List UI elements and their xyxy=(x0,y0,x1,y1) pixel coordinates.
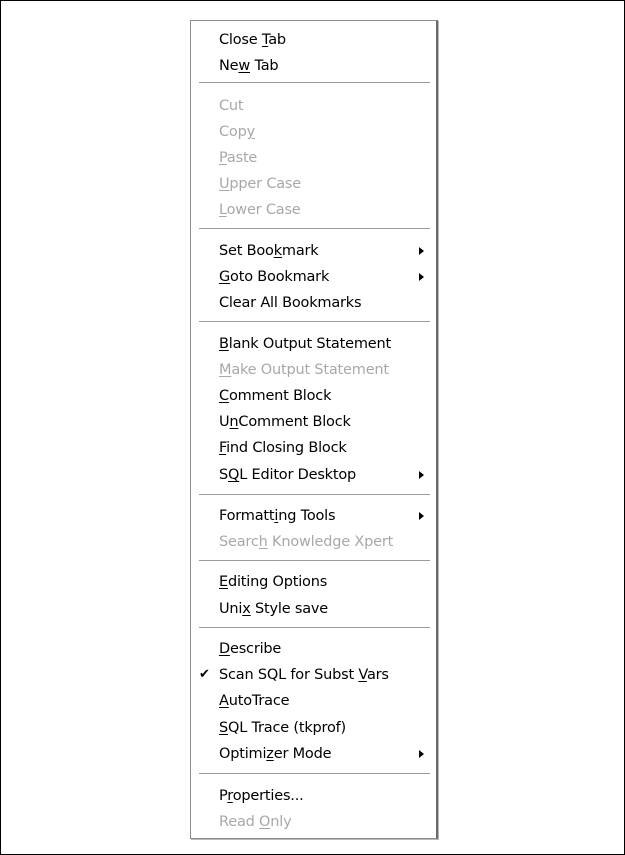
menu-item-label: AutoTrace xyxy=(219,693,290,709)
menu-separator xyxy=(199,560,430,562)
submenu-arrow-icon xyxy=(419,471,424,479)
menu-item-label: Copy xyxy=(219,124,255,140)
menu-item-clear-all-bookmarks[interactable]: Clear All Bookmarks xyxy=(191,290,436,316)
menu-separator xyxy=(199,321,430,323)
menu-item-label: Unix Style save xyxy=(219,601,329,617)
menu-item-scan-sql-for-subst-vars[interactable]: ✔ Scan SQL for Subst Vars xyxy=(191,662,436,688)
menu-item-close-tab[interactable]: Close Tab xyxy=(191,27,436,53)
menu-item-autotrace[interactable]: AutoTrace xyxy=(191,688,436,714)
menu-item-label: Lower Case xyxy=(219,202,301,218)
menu-item-cut[interactable]: Cut xyxy=(191,93,436,119)
menu-item-paste[interactable]: Paste xyxy=(191,145,436,171)
menu-separator xyxy=(199,82,430,84)
submenu-arrow-icon xyxy=(419,512,424,520)
menu-item-label: Blank Output Statement xyxy=(219,336,391,352)
menu-item-label: Read Only xyxy=(219,814,292,830)
context-menu: Close Tab New Tab Cut Copy Paste Upper C… xyxy=(190,20,438,839)
submenu-arrow-icon xyxy=(419,750,424,758)
menu-item-new-tab[interactable]: New Tab xyxy=(191,53,436,79)
menu-item-label: Close Tab xyxy=(219,32,286,48)
menu-item-label: Upper Case xyxy=(219,176,302,192)
menu-item-label: Clear All Bookmarks xyxy=(219,295,362,311)
screenshot-frame: Close Tab New Tab Cut Copy Paste Upper C… xyxy=(0,0,625,855)
menu-item-upper-case[interactable]: Upper Case xyxy=(191,171,436,197)
menu-item-label: Comment Block xyxy=(219,388,332,404)
menu-item-label: Editing Options xyxy=(219,574,328,590)
menu-separator xyxy=(199,627,430,629)
menu-item-uncomment-block[interactable]: UnComment Block xyxy=(191,409,436,435)
menu-item-goto-bookmark[interactable]: Goto Bookmark xyxy=(191,264,436,290)
menu-item-describe[interactable]: Describe xyxy=(191,636,436,662)
menu-item-read-only[interactable]: Read Only xyxy=(191,809,436,835)
menu-item-label: Properties... xyxy=(219,788,304,804)
menu-item-label: Find Closing Block xyxy=(219,440,347,456)
menu-item-sql-editor-desktop[interactable]: SQL Editor Desktop xyxy=(191,462,436,488)
menu-item-find-closing-block[interactable]: Find Closing Block xyxy=(191,435,436,461)
menu-item-copy[interactable]: Copy xyxy=(191,119,436,145)
submenu-arrow-icon xyxy=(419,273,424,281)
menu-item-unix-style-save[interactable]: Unix Style save xyxy=(191,596,436,622)
menu-item-optimizer-mode[interactable]: Optimizer Mode xyxy=(191,741,436,767)
menu-item-make-output-statement[interactable]: Make Output Statement xyxy=(191,357,436,383)
menu-item-label: Cut xyxy=(219,98,244,114)
menu-item-label: SQL Trace (tkprof) xyxy=(219,720,347,736)
menu-item-lower-case[interactable]: Lower Case xyxy=(191,197,436,223)
menu-item-label: Make Output Statement xyxy=(219,362,389,378)
menu-item-label: Search Knowledge Xpert xyxy=(219,534,394,550)
menu-item-blank-output-statement[interactable]: Blank Output Statement xyxy=(191,331,436,357)
menu-item-label: Set Bookmark xyxy=(219,243,319,259)
menu-separator xyxy=(199,773,430,775)
menu-separator xyxy=(199,494,430,496)
menu-item-label: Goto Bookmark xyxy=(219,269,330,285)
menu-item-label: Describe xyxy=(219,641,282,657)
menu-item-label: Scan SQL for Subst Vars xyxy=(219,667,389,683)
menu-item-search-knowledge-xpert[interactable]: Search Knowledge Xpert xyxy=(191,529,436,555)
menu-item-set-bookmark[interactable]: Set Bookmark xyxy=(191,238,436,264)
menu-item-label: Optimizer Mode xyxy=(219,746,332,762)
menu-item-label: New Tab xyxy=(219,58,279,74)
menu-item-properties[interactable]: Properties... xyxy=(191,783,436,809)
menu-item-label: UnComment Block xyxy=(219,414,351,430)
menu-separator xyxy=(199,228,430,230)
menu-item-label: SQL Editor Desktop xyxy=(219,467,357,483)
menu-item-sql-trace-tkprof[interactable]: SQL Trace (tkprof) xyxy=(191,715,436,741)
submenu-arrow-icon xyxy=(419,247,424,255)
menu-item-comment-block[interactable]: Comment Block xyxy=(191,383,436,409)
menu-item-label: Formatting Tools xyxy=(219,508,336,524)
check-icon: ✔ xyxy=(199,667,210,682)
menu-item-editing-options[interactable]: Editing Options xyxy=(191,569,436,595)
menu-item-formatting-tools[interactable]: Formatting Tools xyxy=(191,503,436,529)
menu-item-label: Paste xyxy=(219,150,258,166)
